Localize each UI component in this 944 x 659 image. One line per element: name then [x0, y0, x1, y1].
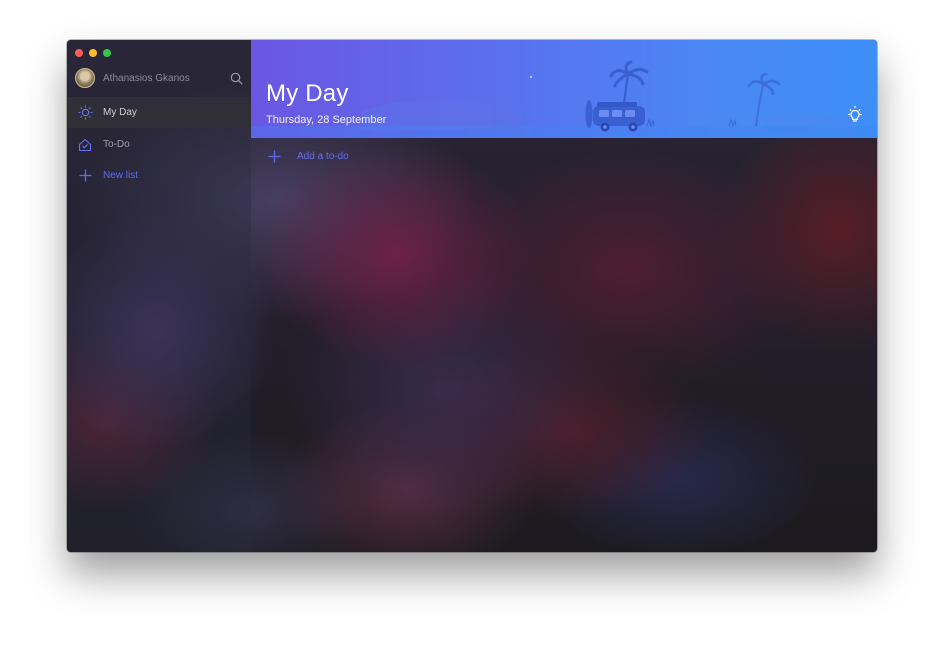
- sidebar-item-label: New list: [103, 170, 139, 181]
- close-window-button[interactable]: [75, 49, 83, 57]
- sidebar-item-my-day[interactable]: My Day: [67, 97, 251, 128]
- plus-icon: [267, 149, 281, 163]
- user-name[interactable]: Athanasios Gkanos: [103, 73, 229, 84]
- sidebar: Athanasios Gkanos My Day To-Do New list: [67, 40, 251, 552]
- search-icon[interactable]: [229, 71, 243, 85]
- minimize-window-button[interactable]: [89, 49, 97, 57]
- sidebar-item-label: To-Do: [103, 139, 130, 150]
- avatar[interactable]: [75, 68, 95, 88]
- add-todo-button[interactable]: Add a to-do: [267, 146, 349, 166]
- sidebar-item-to-do[interactable]: To-Do: [67, 129, 251, 160]
- page-title: My Day: [266, 80, 349, 107]
- home-icon: [77, 137, 93, 153]
- window-controls: [75, 49, 111, 57]
- app-window: Athanasios Gkanos My Day To-Do New list …: [67, 40, 877, 552]
- sidebar-item-label: My Day: [103, 107, 137, 118]
- lightbulb-icon[interactable]: [845, 105, 865, 125]
- add-todo-label: Add a to-do: [297, 150, 349, 162]
- zoom-window-button[interactable]: [103, 49, 111, 57]
- my-day-header: My Day Thursday, 28 September: [251, 40, 877, 138]
- plus-icon: [77, 168, 93, 184]
- page-date: Thursday, 28 September: [266, 114, 387, 126]
- user-profile[interactable]: Athanasios Gkanos: [75, 67, 243, 89]
- sun-icon: [77, 105, 93, 121]
- sidebar-item-new-list[interactable]: New list: [67, 160, 251, 191]
